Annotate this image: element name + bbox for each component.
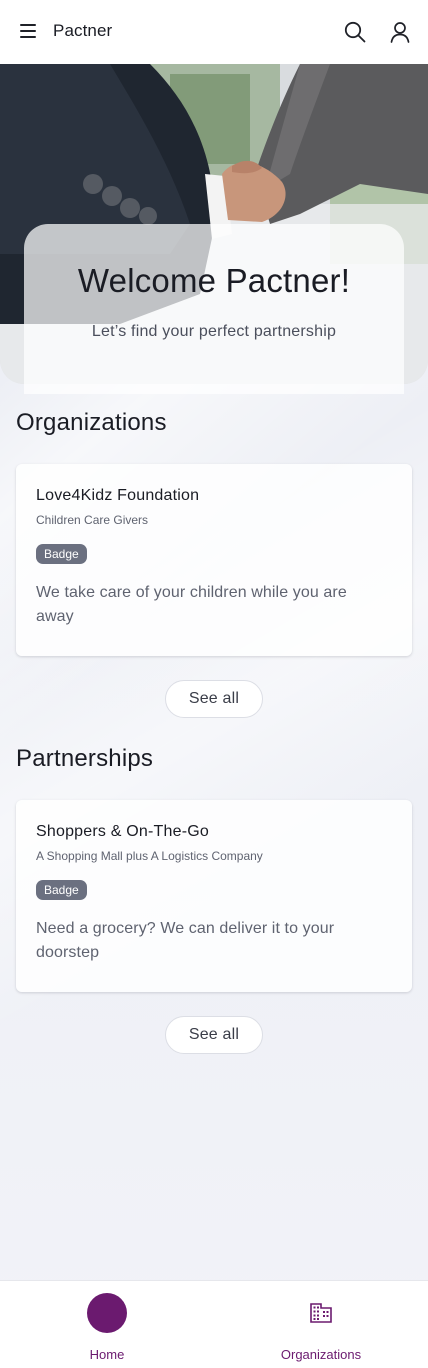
nav-label-organizations: Organizations — [280, 1347, 362, 1362]
see-all-organizations-button[interactable]: See all — [165, 680, 263, 718]
home-icon — [87, 1293, 127, 1333]
nav-item-organizations[interactable]: Organizations — [261, 1291, 381, 1362]
organization-card[interactable]: Love4Kidz Foundation Children Care Giver… — [16, 464, 412, 656]
welcome-title: Welcome Pactner! — [77, 262, 351, 299]
card-description: We take care of your children while you … — [36, 584, 347, 625]
card-title: Shoppers & On-The-Go — [36, 823, 209, 840]
menu-icon[interactable] — [20, 24, 36, 40]
nav-item-home[interactable]: Home — [62, 1291, 152, 1362]
see-all-partnerships-button[interactable]: See all — [165, 1016, 263, 1054]
building-icon — [310, 1303, 332, 1323]
card-subtitle: A Shopping Mall plus A Logistics Company — [36, 849, 263, 863]
card-description: Need a grocery? We can deliver it to you… — [36, 920, 335, 961]
card-subtitle: Children Care Givers — [36, 513, 149, 527]
badge: Badge — [36, 880, 87, 900]
organizations-heading: Organizations — [16, 409, 167, 436]
welcome-card: Welcome Pactner! Let’s find your perfect… — [24, 224, 404, 394]
card-title: Love4Kidz Foundation — [36, 487, 200, 504]
partnership-card[interactable]: Shoppers & On-The-Go A Shopping Mall plu… — [16, 800, 412, 992]
search-icon[interactable] — [344, 21, 366, 43]
welcome-subtitle: Let’s find your perfect partnership — [91, 323, 337, 340]
partnerships-heading: Partnerships — [16, 745, 154, 772]
nav-label-home: Home — [89, 1347, 125, 1362]
top-app-bar: Pactner — [0, 0, 428, 64]
app-title: Pactner — [53, 21, 113, 40]
bottom-navigation: Home Organizations — [0, 1280, 428, 1368]
account-icon[interactable] — [389, 21, 411, 43]
badge: Badge — [36, 544, 87, 564]
